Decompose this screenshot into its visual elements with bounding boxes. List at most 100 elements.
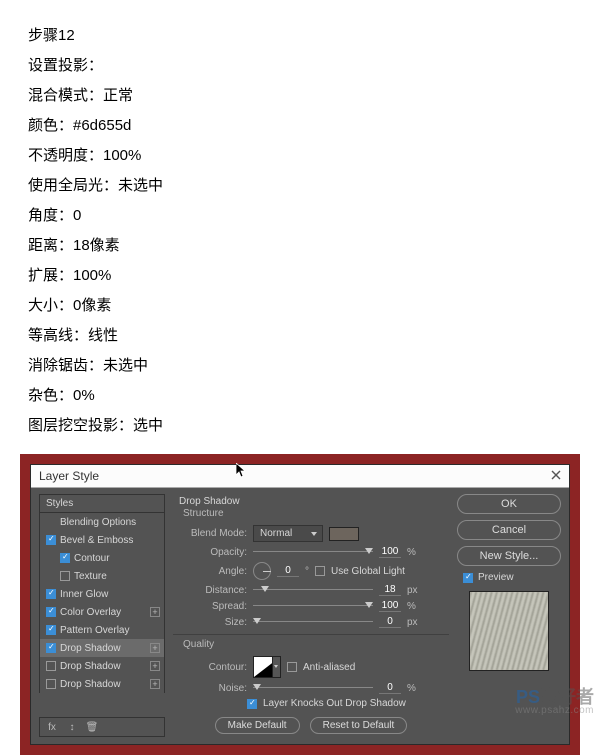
preview-checkbox[interactable] (463, 573, 473, 583)
dialog-titlebar[interactable]: Layer Style (31, 465, 569, 488)
style-checkbox[interactable] (46, 679, 56, 689)
add-effect-icon[interactable]: + (150, 607, 160, 617)
spread-slider[interactable] (253, 600, 373, 612)
blend-mode-label: Blend Mode: (179, 528, 247, 539)
style-item-drop-shadow[interactable]: Drop Shadow+ (39, 675, 165, 693)
blend-mode-row: Blend Mode: Normal (173, 525, 449, 542)
setting-line: 混合模式：正常 (28, 84, 572, 105)
color-swatch[interactable] (329, 527, 359, 541)
setting-line: 等高线：线性 (28, 324, 572, 345)
style-checkbox[interactable] (46, 535, 56, 545)
document-text-block: 步骤12 设置投影： 混合模式：正常 颜色：#6d655d 不透明度：100% … (0, 0, 600, 454)
style-label: Contour (74, 553, 160, 564)
contour-picker[interactable] (253, 656, 281, 678)
make-default-button[interactable]: Make Default (215, 717, 300, 734)
style-item-texture[interactable]: Texture (39, 567, 165, 585)
style-item-pattern-overlay[interactable]: Pattern Overlay (39, 621, 165, 639)
noise-row: Noise: 0 % (173, 682, 449, 694)
setting-line: 颜色：#6d655d (28, 114, 572, 135)
cancel-button[interactable]: Cancel (457, 520, 561, 540)
dialog-title: Layer Style (39, 469, 99, 483)
watermark: PS爱好者 www.psahz.com (515, 690, 594, 718)
screenshot-frame: Layer Style Styles Blending Options Bevel… (20, 454, 580, 755)
noise-slider[interactable] (253, 682, 373, 694)
style-label: Inner Glow (60, 589, 160, 600)
style-label: Drop Shadow (60, 661, 146, 672)
blend-mode-dropdown[interactable]: Normal (253, 525, 323, 542)
opacity-label: Opacity: (179, 547, 247, 558)
style-item-drop-shadow[interactable]: Drop Shadow + (39, 639, 165, 657)
style-item-contour[interactable]: Contour (39, 549, 165, 567)
opacity-slider[interactable] (253, 546, 373, 558)
settings-panel: Drop Shadow Structure Blend Mode: Normal… (173, 494, 449, 738)
opacity-value[interactable]: 100 (379, 546, 401, 558)
noise-unit: % (407, 683, 416, 694)
setting-line: 杂色：0% (28, 384, 572, 405)
antialias-checkbox[interactable] (287, 662, 297, 672)
style-item-drop-shadow[interactable]: Drop Shadow + (39, 657, 165, 675)
add-effect-icon[interactable]: + (150, 679, 160, 689)
style-item-color-overlay[interactable]: Color Overlay + (39, 603, 165, 621)
quality-subtitle: Quality (183, 639, 449, 650)
style-checkbox[interactable] (60, 553, 70, 563)
knockout-row: Layer Knocks Out Drop Shadow (173, 698, 449, 709)
new-style-button[interactable]: New Style... (457, 546, 561, 566)
spread-unit: % (407, 601, 416, 612)
section-title: Drop Shadow (179, 496, 449, 507)
reset-default-button[interactable]: Reset to Default (310, 717, 408, 734)
contour-row: Contour: Anti-aliased (173, 656, 449, 678)
style-item-inner-glow[interactable]: Inner Glow (39, 585, 165, 603)
size-value[interactable]: 0 (379, 616, 401, 628)
style-checkbox[interactable] (46, 589, 56, 599)
style-label: Blending Options (60, 517, 160, 528)
styles-list-panel: Styles Blending Options Bevel & Emboss Con… (39, 494, 165, 738)
spread-value[interactable]: 100 (379, 600, 401, 612)
opacity-row: Opacity: 100 % (173, 546, 449, 558)
trash-icon[interactable]: 🗑 (86, 721, 98, 733)
angle-dial[interactable] (253, 562, 271, 580)
style-label: Color Overlay (60, 607, 146, 618)
close-icon[interactable] (549, 468, 563, 482)
style-label: Drop Shadow (60, 643, 146, 654)
spread-row: Spread: 100 % (173, 600, 449, 612)
step-title: 步骤12 (28, 24, 572, 45)
styles-header[interactable]: Styles (39, 494, 165, 513)
antialias-label: Anti-aliased (303, 662, 355, 673)
add-effect-icon[interactable]: + (150, 661, 160, 671)
style-item-blending-options[interactable]: Blending Options (39, 513, 165, 531)
distance-value[interactable]: 18 (379, 584, 401, 596)
add-effect-icon[interactable]: + (150, 643, 160, 653)
arrange-icon[interactable]: ↕ (66, 721, 78, 733)
distance-label: Distance: (179, 585, 247, 596)
ok-button[interactable]: OK (457, 494, 561, 514)
style-label: Pattern Overlay (60, 625, 160, 636)
style-label: Texture (74, 571, 160, 582)
contour-label: Contour: (179, 662, 247, 673)
layer-style-dialog: Layer Style Styles Blending Options Bevel… (30, 464, 570, 745)
style-label: Bevel & Emboss (60, 535, 160, 546)
size-slider[interactable] (253, 616, 373, 628)
style-item-bevel-emboss[interactable]: Bevel & Emboss (39, 531, 165, 549)
setting-line: 大小：0像素 (28, 294, 572, 315)
noise-label: Noise: (179, 683, 247, 694)
style-checkbox[interactable] (46, 607, 56, 617)
fx-icon[interactable]: fx (46, 721, 58, 733)
angle-value[interactable]: 0 (277, 565, 299, 577)
preview-label: Preview (478, 572, 514, 583)
style-checkbox[interactable] (46, 643, 56, 653)
knockout-checkbox[interactable] (247, 699, 257, 709)
angle-label: Angle: (179, 566, 247, 577)
style-checkbox[interactable] (60, 571, 70, 581)
opacity-unit: % (407, 547, 416, 558)
distance-slider[interactable] (253, 584, 373, 596)
noise-value[interactable]: 0 (379, 682, 401, 694)
setting-line: 不透明度：100% (28, 144, 572, 165)
styles-footer: fx ↕ 🗑 (39, 717, 165, 737)
knockout-label: Layer Knocks Out Drop Shadow (263, 698, 406, 709)
spread-label: Spread: (179, 601, 247, 612)
setting-line: 使用全局光：未选中 (28, 174, 572, 195)
distance-row: Distance: 18 px (173, 584, 449, 596)
global-light-checkbox[interactable] (315, 566, 325, 576)
style-checkbox[interactable] (46, 661, 56, 671)
style-checkbox[interactable] (46, 625, 56, 635)
